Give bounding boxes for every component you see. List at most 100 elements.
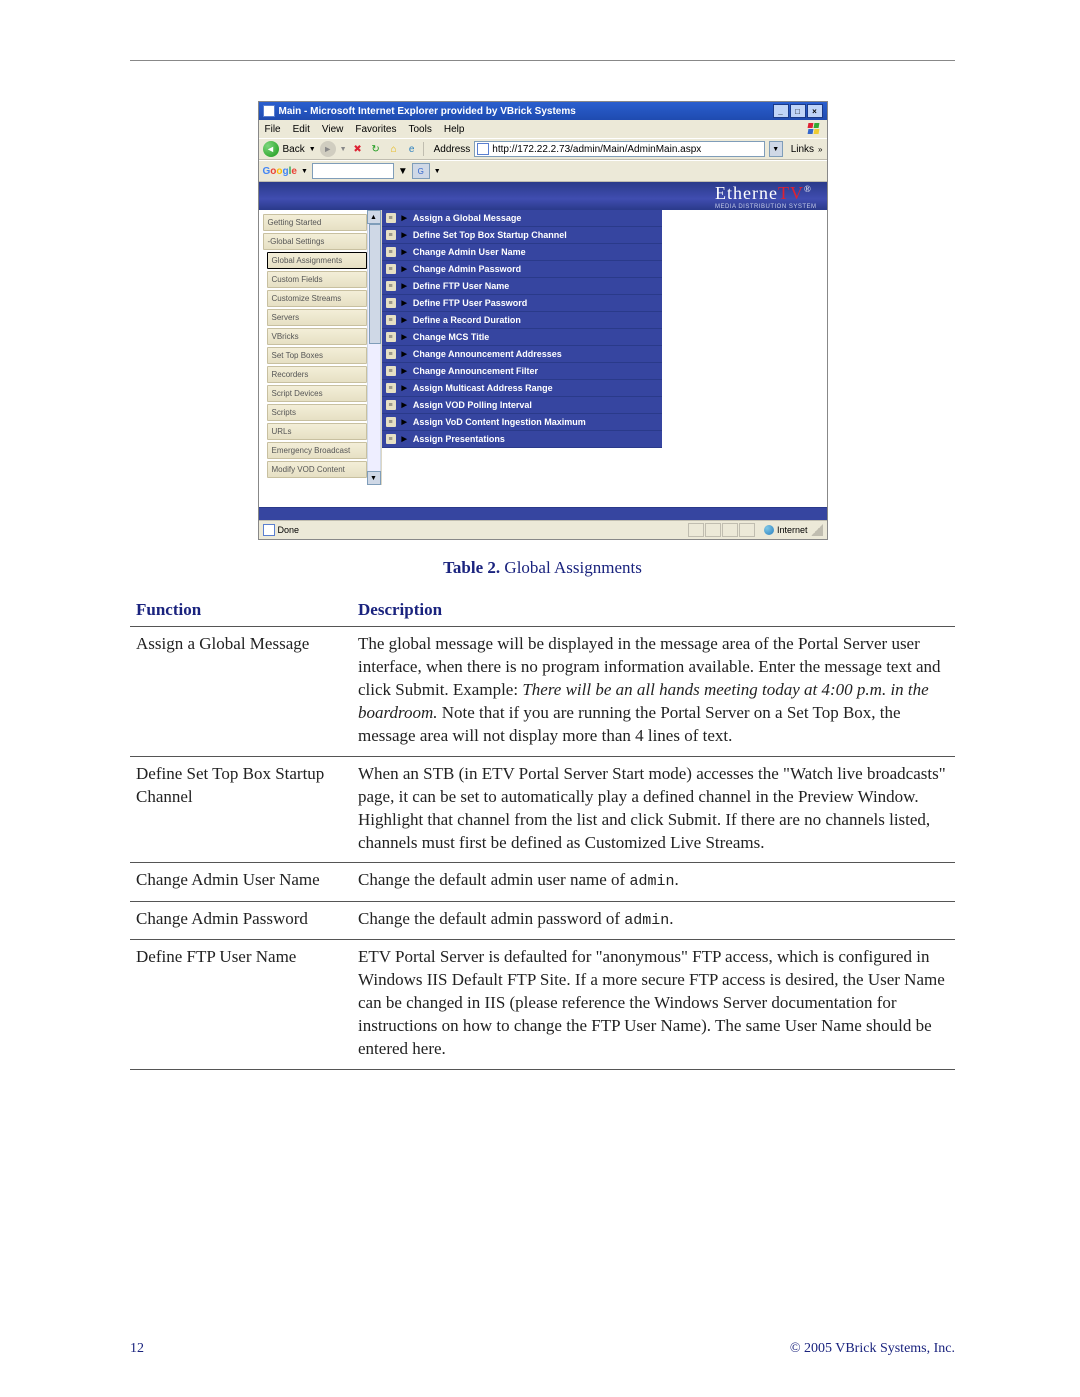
menu-help[interactable]: Help bbox=[444, 124, 465, 135]
sidebar-item[interactable]: Servers bbox=[267, 309, 367, 326]
sidebar-item[interactable]: Script Devices bbox=[267, 385, 367, 402]
assignment-row[interactable]: ≡ ▶ Change Announcement Filter bbox=[382, 363, 662, 380]
menu-tools[interactable]: Tools bbox=[408, 124, 431, 135]
sidebar-scroll-up[interactable]: ▲ bbox=[367, 210, 381, 224]
assignment-label: Change Announcement Filter bbox=[413, 366, 538, 376]
home-icon[interactable]: ⌂ bbox=[387, 142, 401, 156]
links-chevron[interactable]: » bbox=[818, 145, 822, 154]
expand-icon[interactable]: ▶ bbox=[402, 265, 407, 273]
sidebar-item[interactable]: Recorders bbox=[267, 366, 367, 383]
menu-view[interactable]: View bbox=[322, 124, 344, 135]
sidebar-item[interactable]: -Global Settings bbox=[263, 233, 367, 250]
table-cell-description: Change the default admin password of adm… bbox=[352, 901, 955, 939]
search-icon[interactable]: e bbox=[405, 142, 419, 156]
google-search-dropdown[interactable]: ▼ bbox=[398, 166, 408, 177]
forward-button[interactable]: ► bbox=[320, 141, 336, 157]
assignment-label: Define a Record Duration bbox=[413, 315, 521, 325]
address-dropdown[interactable]: ▼ bbox=[769, 141, 783, 157]
menubar: File Edit View Favorites Tools Help bbox=[259, 120, 827, 138]
expand-icon[interactable]: ▶ bbox=[402, 282, 407, 290]
google-submenu[interactable]: ▼ bbox=[434, 168, 441, 175]
detail-icon[interactable]: ≡ bbox=[386, 332, 396, 342]
detail-icon[interactable]: ≡ bbox=[386, 298, 396, 308]
window-title: Main - Microsoft Internet Explorer provi… bbox=[279, 106, 576, 117]
assignment-row[interactable]: ≡▶Define FTP User Name bbox=[382, 278, 662, 295]
table-cell-description: When an STB (in ETV Portal Server Start … bbox=[352, 756, 955, 863]
app-body: Getting Started -Global Settings Global As… bbox=[259, 210, 827, 485]
expand-icon[interactable]: ▶ bbox=[402, 231, 407, 239]
sidebar-item[interactable]: Set Top Boxes bbox=[267, 347, 367, 364]
sidebar-item[interactable]: Global Assignments bbox=[267, 252, 367, 269]
detail-icon[interactable]: ≡ bbox=[386, 230, 396, 240]
assignment-row[interactable]: ≡▶Change MCS Title bbox=[382, 329, 662, 346]
google-toolbar: Google ▼ ▼ G ▼ bbox=[259, 160, 827, 182]
maximize-button[interactable]: □ bbox=[790, 104, 806, 118]
menu-favorites[interactable]: Favorites bbox=[355, 124, 396, 135]
sidebar-item[interactable]: Emergency Broadcast bbox=[267, 442, 367, 459]
expand-icon[interactable]: ▶ bbox=[402, 401, 407, 409]
detail-icon[interactable]: ≡ bbox=[386, 366, 396, 376]
back-button[interactable]: ◄ bbox=[263, 141, 279, 157]
refresh-icon[interactable]: ↻ bbox=[369, 142, 383, 156]
google-search-button[interactable]: G bbox=[412, 163, 430, 179]
assignment-row[interactable]: ≡▶Define Set Top Box Startup Channel bbox=[382, 227, 662, 244]
expand-icon[interactable]: ▶ bbox=[402, 350, 407, 358]
forward-dropdown[interactable]: ▼ bbox=[340, 146, 347, 153]
expand-icon[interactable]: ▶ bbox=[402, 316, 407, 324]
expand-icon[interactable]: ▶ bbox=[402, 384, 407, 392]
assignment-row[interactable]: ≡▶Assign Presentations bbox=[382, 431, 662, 448]
assignment-row[interactable]: ≡▶Change Announcement Addresses bbox=[382, 346, 662, 363]
detail-icon[interactable]: ≡ bbox=[386, 247, 396, 257]
assignment-row[interactable]: ≡▶Change Admin User Name bbox=[382, 244, 662, 261]
stop-icon[interactable]: ✖ bbox=[351, 142, 365, 156]
google-search-input[interactable] bbox=[312, 163, 394, 179]
sidebar-item[interactable]: Custom Fields bbox=[267, 271, 367, 288]
table-cell-function: Assign a Global Message bbox=[130, 627, 352, 757]
table-row: Change Admin User NameChange the default… bbox=[130, 863, 955, 901]
resize-grip-icon[interactable] bbox=[811, 524, 823, 536]
table-row: Define Set Top Box Startup ChannelWhen a… bbox=[130, 756, 955, 863]
links-label[interactable]: Links bbox=[791, 144, 814, 155]
expand-icon[interactable]: ▶ bbox=[402, 418, 407, 426]
assignment-row[interactable]: ≡▶Assign a Global Message bbox=[382, 210, 662, 227]
detail-icon[interactable]: ≡ bbox=[386, 281, 396, 291]
detail-icon[interactable]: ≡ bbox=[386, 400, 396, 410]
close-button[interactable]: × bbox=[807, 104, 823, 118]
sidebar-item[interactable]: Getting Started bbox=[263, 214, 367, 231]
sidebar-item[interactable]: URLs bbox=[267, 423, 367, 440]
assignment-row[interactable]: ≡▶Assign Multicast Address Range bbox=[382, 380, 662, 397]
expand-icon[interactable]: ▶ bbox=[402, 367, 407, 375]
google-logo[interactable]: Google bbox=[263, 166, 297, 177]
sidebar-item[interactable]: VBricks bbox=[267, 328, 367, 345]
address-page-icon bbox=[477, 143, 489, 155]
assignment-row[interactable]: ≡▶Change Admin Password bbox=[382, 261, 662, 278]
expand-icon[interactable]: ▶ bbox=[402, 214, 407, 222]
back-dropdown[interactable]: ▼ bbox=[309, 146, 316, 153]
assignment-row[interactable]: ≡▶Assign VOD Polling Interval bbox=[382, 397, 662, 414]
menu-edit[interactable]: Edit bbox=[293, 124, 310, 135]
detail-icon[interactable]: ≡ bbox=[386, 349, 396, 359]
expand-icon[interactable]: ▶ bbox=[402, 299, 407, 307]
sidebar-item[interactable]: Modify VOD Content bbox=[267, 461, 367, 478]
assignment-row[interactable]: ≡▶Assign VoD Content Ingestion Maximum bbox=[382, 414, 662, 431]
sidebar-item[interactable]: Customize Streams bbox=[267, 290, 367, 307]
detail-icon[interactable]: ≡ bbox=[386, 213, 396, 223]
sidebar-item[interactable]: Scripts bbox=[267, 404, 367, 421]
detail-icon[interactable]: ≡ bbox=[386, 383, 396, 393]
minimize-button[interactable]: _ bbox=[773, 104, 789, 118]
detail-icon[interactable]: ≡ bbox=[386, 264, 396, 274]
sidebar-scroll-down[interactable]: ▼ bbox=[367, 471, 381, 485]
expand-icon[interactable]: ▶ bbox=[402, 435, 407, 443]
menu-file[interactable]: File bbox=[265, 124, 281, 135]
detail-icon[interactable]: ≡ bbox=[386, 417, 396, 427]
detail-icon[interactable]: ≡ bbox=[386, 434, 396, 444]
expand-icon[interactable]: ▶ bbox=[402, 248, 407, 256]
expand-icon[interactable]: ▶ bbox=[402, 333, 407, 341]
google-dropdown[interactable]: ▼ bbox=[301, 168, 308, 175]
assignment-row[interactable]: ≡ ▶ Define a Record Duration bbox=[382, 312, 662, 329]
assignment-row[interactable]: ≡▶Define FTP User Password bbox=[382, 295, 662, 312]
address-bar[interactable]: http://172.22.2.73/admin/Main/AdminMain.… bbox=[474, 141, 764, 157]
back-label[interactable]: Back bbox=[283, 144, 305, 155]
detail-icon[interactable]: ≡ bbox=[386, 315, 396, 325]
sidebar-scroll-thumb[interactable] bbox=[369, 224, 381, 344]
